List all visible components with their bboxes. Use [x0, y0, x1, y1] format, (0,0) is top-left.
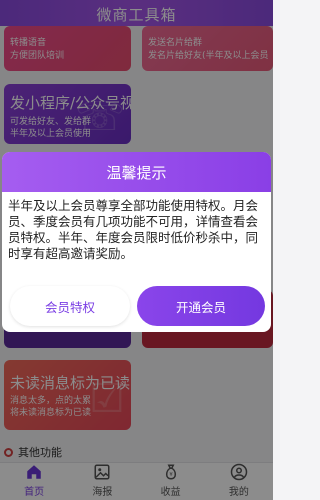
notice-dialog: 温馨提示 半年及以上会员尊享全部功能使用特权。月会员、季度会员有几项功能不可用，… — [2, 152, 271, 332]
dialog-actions: 会员特权 开通会员 — [10, 286, 265, 326]
member-privileges-button[interactable]: 会员特权 — [10, 286, 130, 326]
dialog-header: 温馨提示 — [2, 152, 271, 192]
activate-membership-button[interactable]: 开通会员 — [137, 286, 265, 326]
dialog-title: 温馨提示 — [106, 163, 167, 182]
dialog-message: 半年及以上会员尊享全部功能使用特权。月会员、季度会员有几项功能不可用，详情查看会… — [8, 198, 259, 261]
